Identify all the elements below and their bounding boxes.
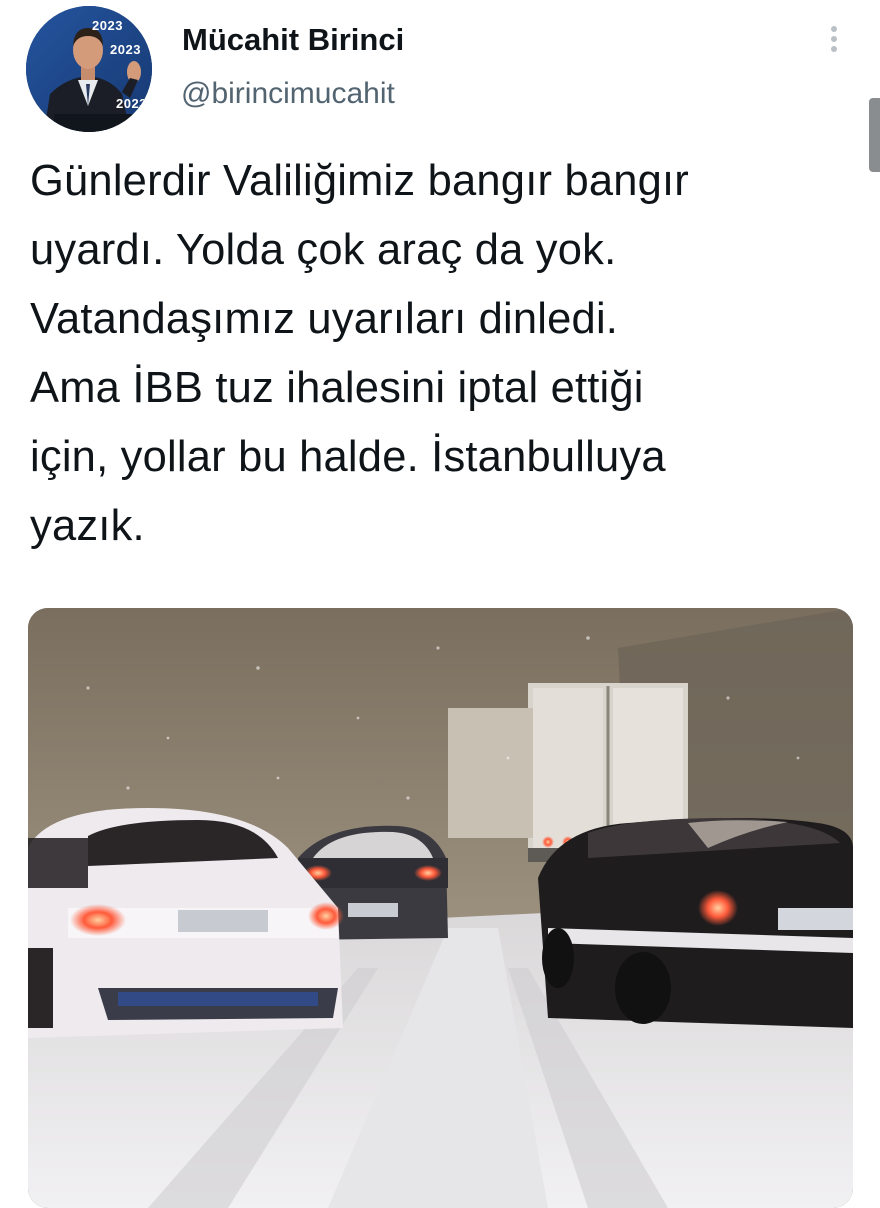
snowy-road-traffic-image (28, 608, 853, 1208)
avatar-photo (26, 6, 152, 132)
tweet-media-photo[interactable] (28, 608, 853, 1208)
avatar-badge-text: 2023 (110, 42, 141, 57)
tweet-text: Günlerdir Valiliğimiz bangır bangır uyar… (30, 157, 689, 550)
tweet-card: 2023 2023 2023 Mücahit Birinci @birincim… (0, 0, 880, 1208)
scrollbar-thumb[interactable] (869, 98, 880, 172)
more-options-button[interactable] (822, 26, 846, 56)
more-vertical-icon-dot (831, 26, 837, 32)
avatar-badge-text: 2023 (92, 18, 123, 33)
more-vertical-icon-dot (831, 46, 837, 52)
author-handle[interactable]: @birincimucahit (181, 77, 395, 111)
author-display-name[interactable]: Mücahit Birinci (182, 22, 404, 58)
more-vertical-icon-dot (831, 36, 837, 42)
avatar-badge-text: 2023 (116, 96, 147, 111)
avatar[interactable]: 2023 2023 2023 (26, 6, 152, 132)
